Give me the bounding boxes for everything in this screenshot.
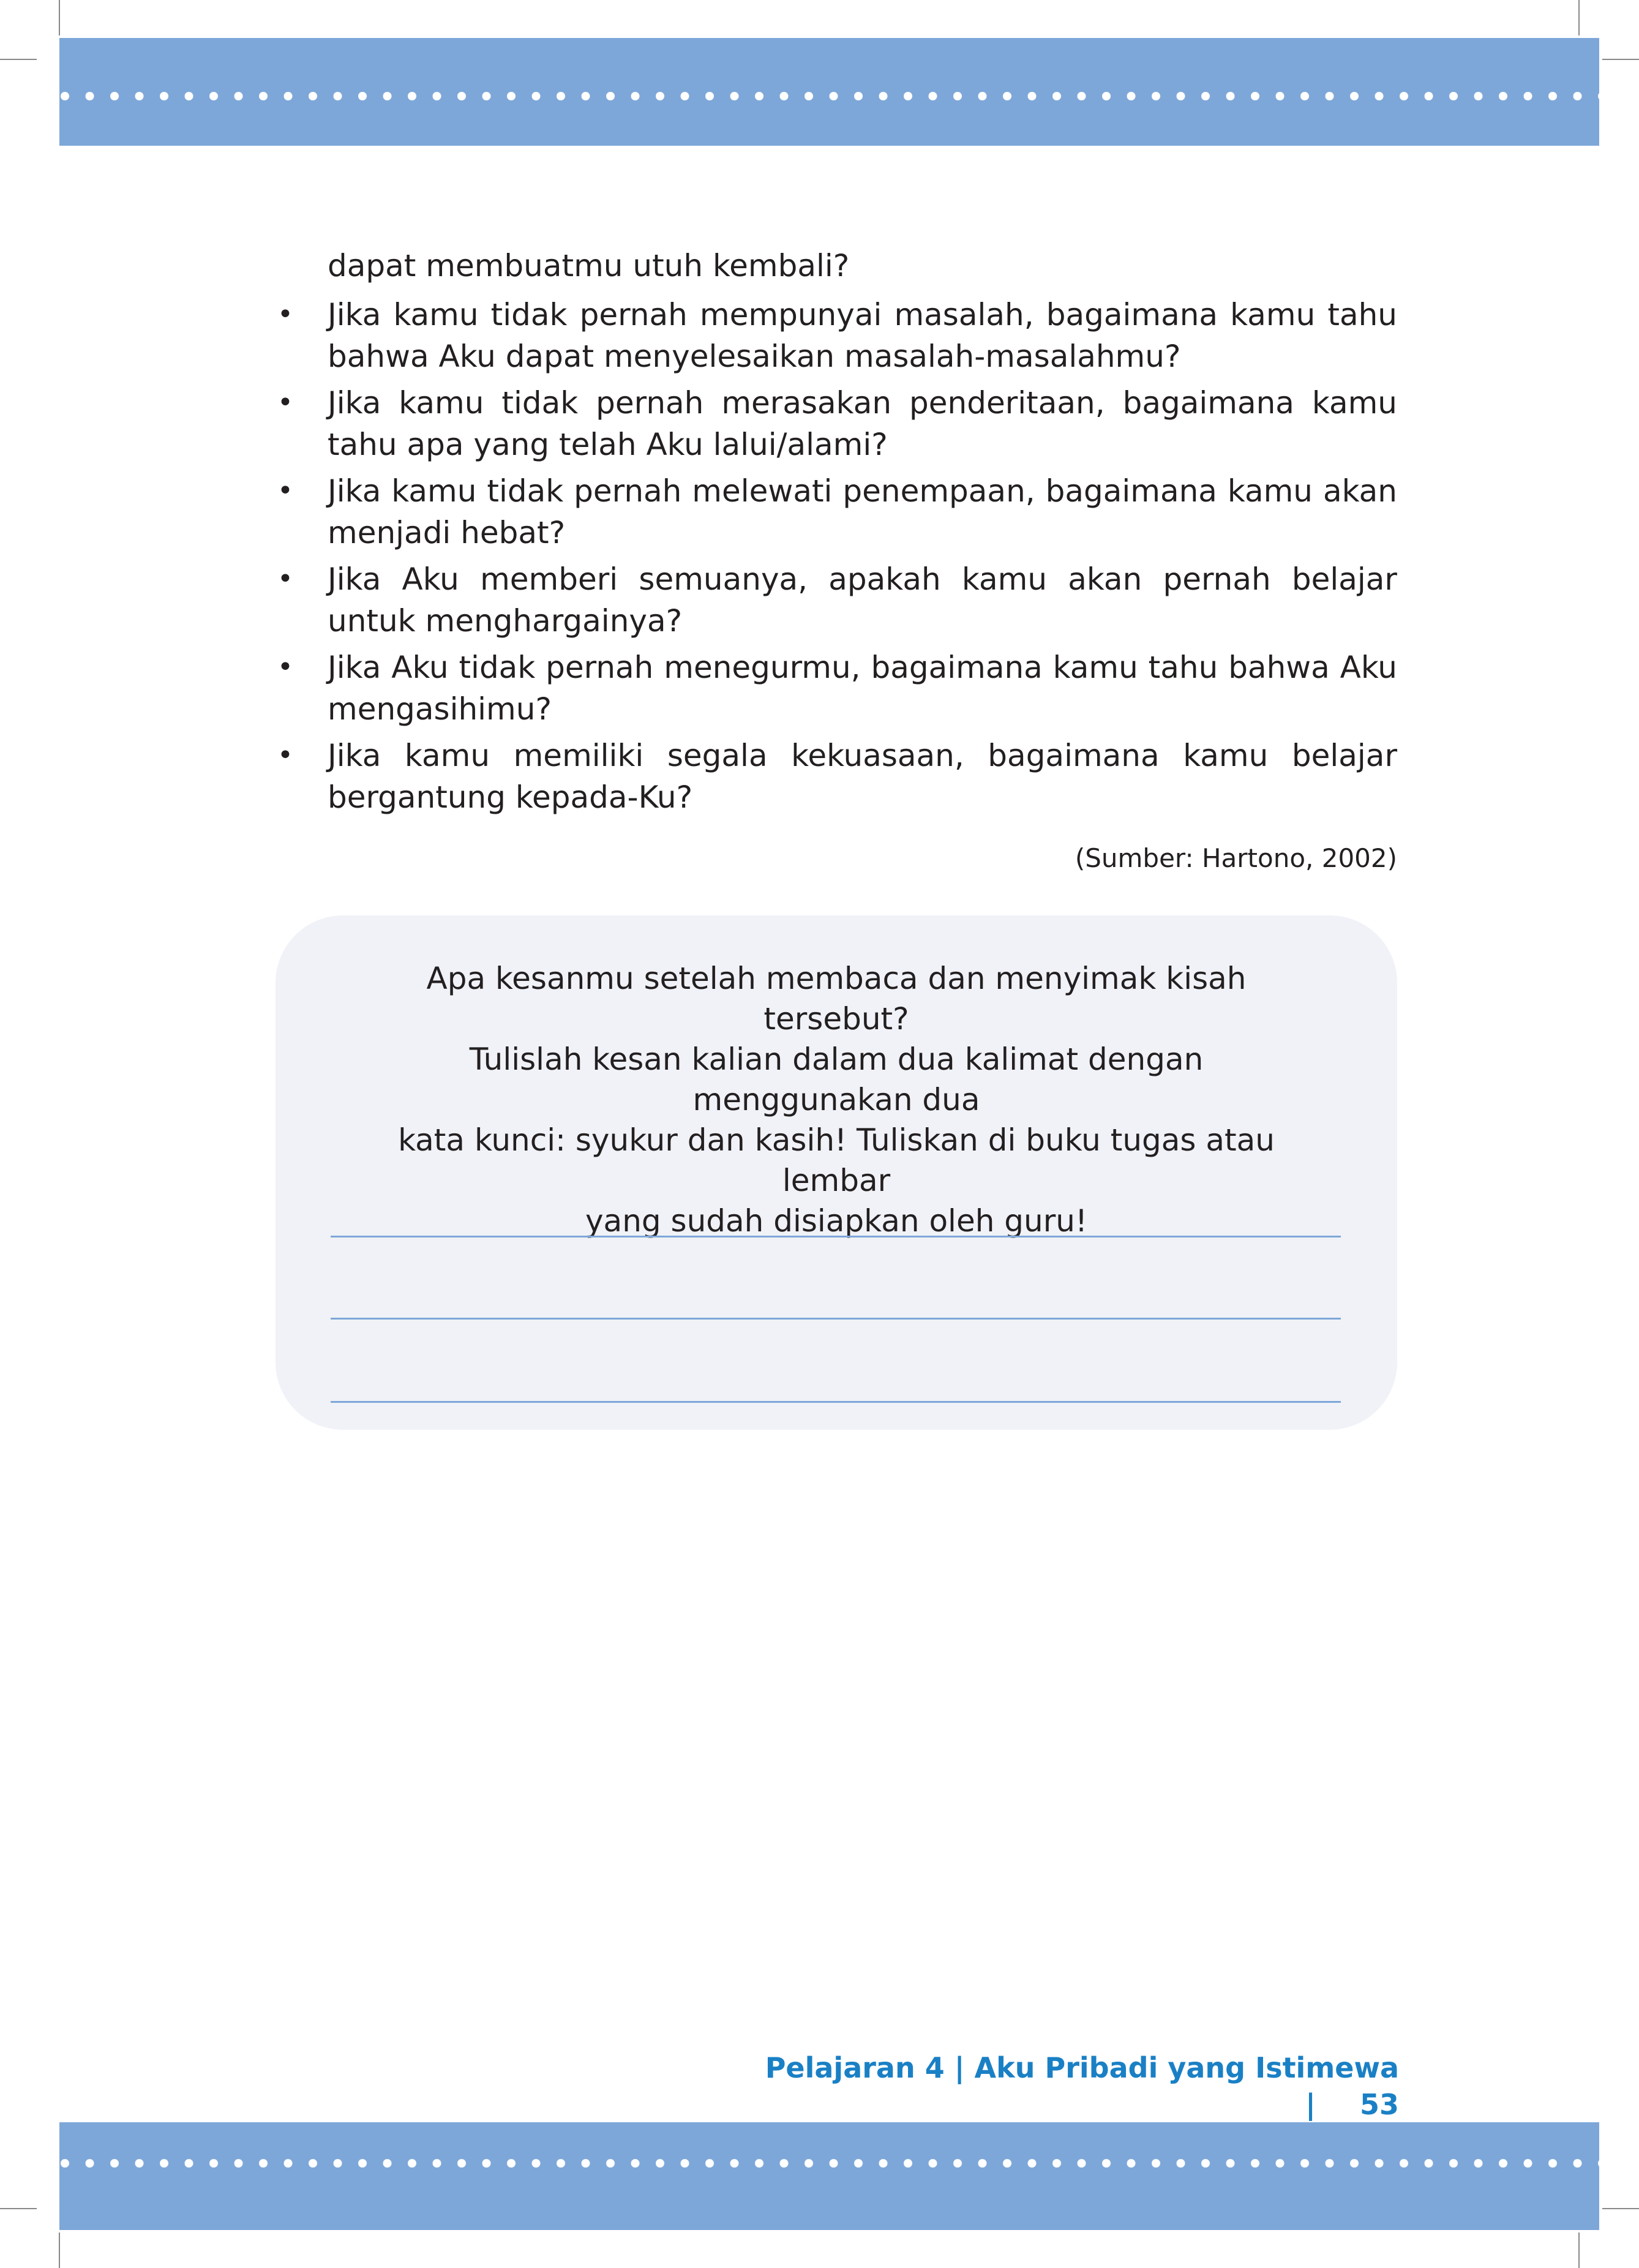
bullet-icon: •	[277, 475, 293, 506]
continued-line: dapat membuatmu utuh kembali?	[328, 248, 850, 284]
crop-mark	[0, 59, 37, 60]
crop-mark	[1602, 59, 1639, 60]
answer-line[interactable]	[331, 1318, 1341, 1320]
answer-line[interactable]	[331, 1236, 1341, 1237]
bullet-text: Jika Aku memberi semuanya, apakah kamu a…	[328, 561, 1397, 639]
bullet-icon: •	[277, 740, 293, 771]
header-band	[59, 38, 1599, 146]
bullet-item: • Jika kamu tidak pernah melewati penempa…	[275, 470, 1397, 554]
bullet-icon: •	[277, 299, 293, 330]
crop-mark	[1602, 2208, 1639, 2209]
answer-line[interactable]	[331, 1401, 1341, 1403]
bullet-icon: •	[277, 651, 293, 683]
bullet-text: Jika kamu memiliki segala kekuasaan, bag…	[328, 738, 1397, 815]
bullet-text: Jika Aku tidak pernah menegurmu, bagaima…	[328, 650, 1397, 727]
page-footer: Pelajaran 4 | Aku Pribadi yang Istimewa …	[704, 2049, 1399, 2123]
prompt-line: Apa kesanmu setelah membaca dan menyimak…	[426, 961, 1247, 1037]
bullet-item: • Jika kamu tidak pernah mempunyai masala…	[275, 294, 1397, 377]
bullet-item: • Jika Aku memberi semuanya, apakah kamu …	[275, 558, 1397, 642]
prompt-line: kata kunci: syukur dan kasih! Tuliskan d…	[398, 1122, 1275, 1198]
bullet-item: • Jika Aku tidak pernah menegurmu, bagaim…	[275, 647, 1397, 730]
bullet-icon: •	[277, 563, 293, 595]
crop-mark	[59, 0, 60, 36]
crop-mark	[0, 2208, 37, 2209]
dotted-border	[59, 92, 1599, 100]
crop-mark	[1578, 2232, 1580, 2268]
activity-box: Apa kesanmu setelah membaca dan menyimak…	[276, 915, 1397, 1430]
bullet-icon: •	[277, 387, 293, 418]
crop-mark	[59, 2232, 60, 2268]
chapter-title: Pelajaran 4 | Aku Pribadi yang Istimewa …	[765, 2051, 1399, 2121]
bullet-text: Jika kamu tidak pernah melewati penempaa…	[328, 473, 1397, 550]
dotted-border	[59, 2159, 1599, 2168]
footer-band	[59, 2122, 1599, 2230]
page-number: 53	[1359, 2088, 1399, 2121]
bullet-item: • Jika kamu memiliki segala kekuasaan, ba…	[275, 735, 1397, 818]
bullet-text: Jika kamu tidak pernah mempunyai masalah…	[328, 297, 1397, 374]
prompt-line: Tulislah kesan kalian dalam dua kalimat …	[469, 1042, 1204, 1117]
activity-prompt: Apa kesanmu setelah membaca dan menyimak…	[367, 958, 1305, 1241]
main-text: dapat membuatmu utuh kembali? • Jika kamu…	[275, 245, 1397, 876]
bullet-list: • Jika kamu tidak pernah mempunyai masala…	[275, 294, 1397, 818]
source-citation: (Sumber: Hartono, 2002)	[1075, 843, 1397, 873]
crop-mark	[1578, 0, 1580, 36]
bullet-text: Jika kamu tidak pernah merasakan penderi…	[328, 385, 1397, 462]
bullet-item: • Jika kamu tidak pernah merasakan pender…	[275, 382, 1397, 465]
